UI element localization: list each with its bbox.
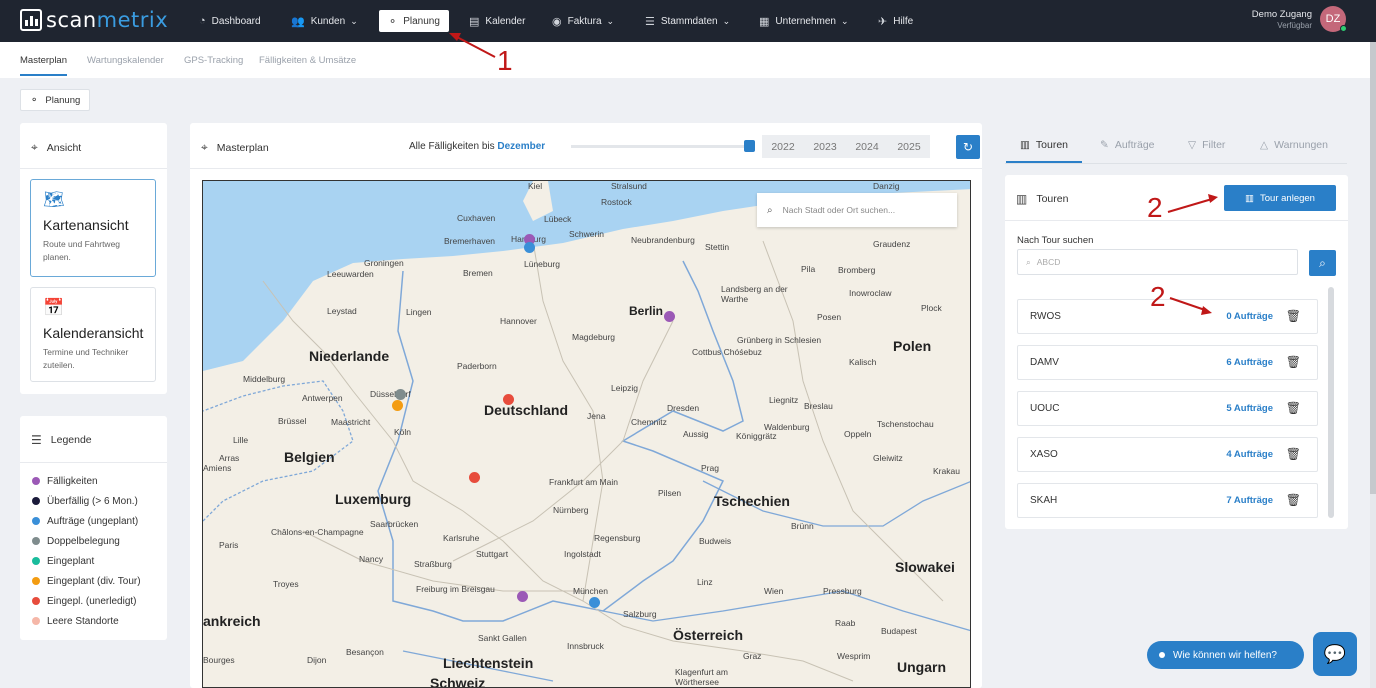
annotation-arrows [449, 33, 1218, 315]
annotation-arrowhead [449, 33, 461, 41]
annotation-number: 2 [1150, 281, 1166, 312]
annotation-arrow [1167, 198, 1213, 213]
annotation-arrowhead [1208, 194, 1218, 203]
chat-button[interactable]: 💬 [1313, 632, 1357, 676]
help-chat-prompt[interactable]: Wie können wir helfen? [1147, 641, 1304, 669]
help-label: Wie können wir helfen? [1173, 649, 1277, 661]
annotation-arrow [1169, 297, 1206, 311]
annotation-number: 1 [497, 45, 513, 76]
annotation-arrowhead [1201, 306, 1212, 315]
annotation-arrow [454, 35, 496, 58]
chat-icon: 💬 [1323, 643, 1347, 664]
annotation-number: 2 [1147, 192, 1163, 223]
status-dot [1159, 652, 1165, 658]
